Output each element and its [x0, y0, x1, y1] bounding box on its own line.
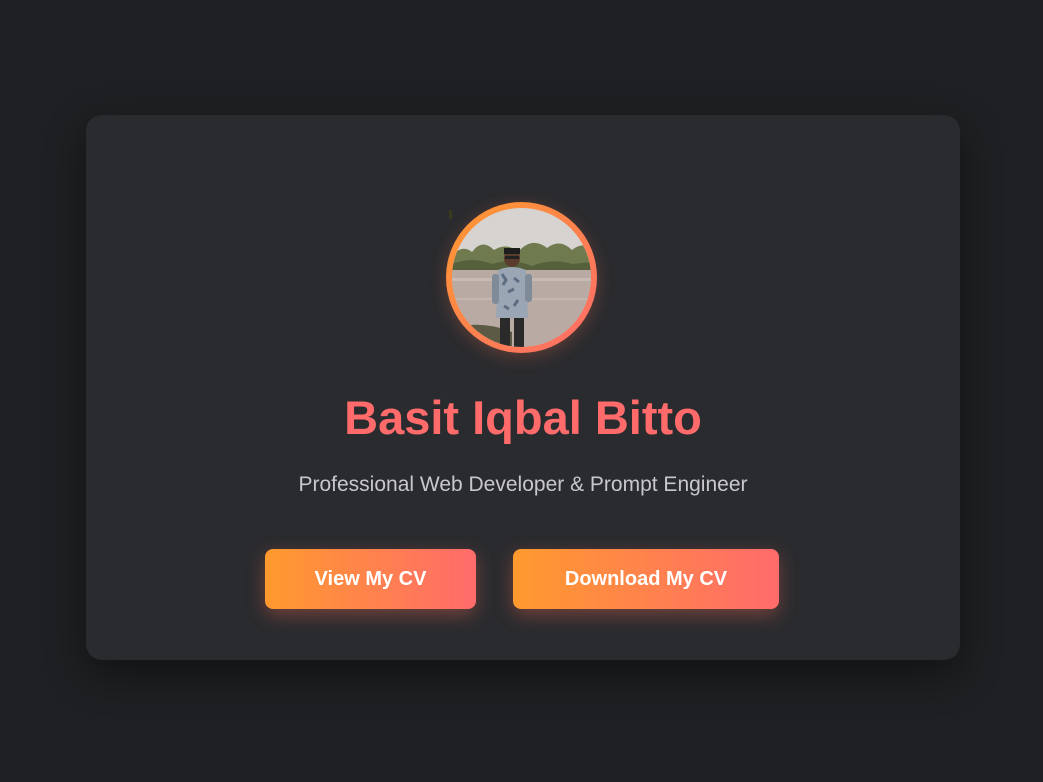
stray-mark: [449, 210, 452, 219]
download-cv-button[interactable]: Download My CV: [513, 549, 779, 609]
avatar-ring: [446, 202, 597, 353]
profile-name: Basit Iqbal Bitto: [344, 391, 702, 444]
view-cv-button[interactable]: View My CV: [265, 549, 476, 609]
profile-tagline: Professional Web Developer & Prompt Engi…: [298, 473, 748, 496]
profile-photo-icon: [452, 208, 591, 347]
avatar: [452, 208, 591, 347]
profile-card: Basit Iqbal Bitto Professional Web Devel…: [86, 115, 960, 660]
